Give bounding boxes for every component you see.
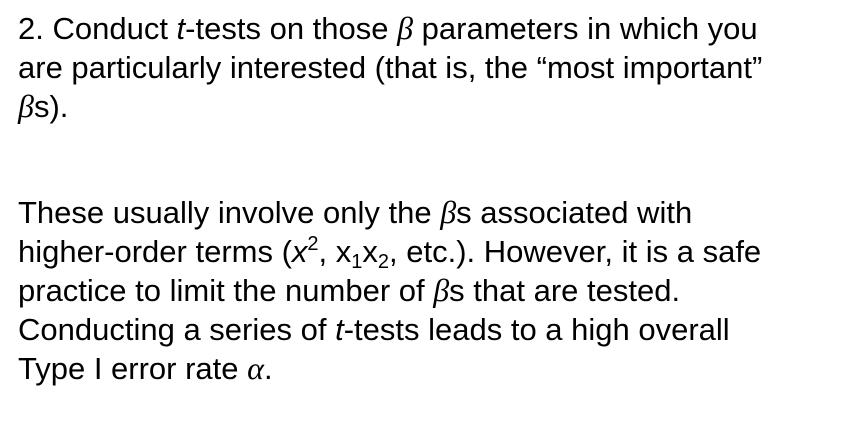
- text-run: Type I error rate: [18, 351, 248, 386]
- point-2-line-2: are particularly interested (that is, th…: [18, 50, 763, 85]
- superscript-2: 2: [307, 233, 319, 255]
- note-line-2: higher-order terms (x2, x1x2, etc.). How…: [18, 232, 848, 273]
- point-2-line-1: 2. Conduct t-tests on those β parameters…: [18, 9, 848, 48]
- text-run: Conducting a series of: [18, 312, 336, 347]
- note-line-1: These usually involve only the βs associ…: [18, 193, 848, 232]
- note-line-3: practice to limit the number of βs that …: [18, 271, 848, 310]
- x-variable: x: [362, 234, 378, 269]
- beta-symbol: β: [440, 194, 457, 230]
- note-line-4: Conducting a series of t-tests leads to …: [18, 310, 848, 349]
- text-run: , etc.). However, it is a safe: [389, 234, 762, 269]
- note-paragraph: These usually involve only the βs associ…: [18, 193, 848, 388]
- text-run: s).: [33, 89, 69, 124]
- beta-symbol: β: [433, 272, 450, 308]
- subscript-2: 2: [377, 251, 390, 273]
- text-run: -tests on those: [185, 11, 398, 46]
- text-run: higher-order terms (: [18, 234, 292, 269]
- text-run: s that are tested.: [449, 273, 681, 308]
- subscript-1: 1: [351, 251, 363, 273]
- text-run: These usually involve only the: [18, 195, 441, 230]
- text-run: s associated with: [456, 195, 693, 230]
- t-variable: t: [176, 11, 186, 46]
- text-run: , x: [318, 234, 352, 269]
- text-run: parameters in which you: [413, 11, 758, 46]
- note-line-5: Type I error rate α.: [18, 349, 848, 388]
- slide-page: 2. Conduct t-tests on those β parameters…: [0, 0, 861, 421]
- x-variable: x: [291, 234, 308, 269]
- text-run: .: [263, 351, 273, 386]
- alpha-symbol: α: [247, 350, 264, 386]
- text-run: practice to limit the number of: [18, 273, 434, 308]
- t-variable: t: [335, 312, 344, 347]
- point-2-paragraph: 2. Conduct t-tests on those β parameters…: [18, 9, 848, 126]
- point-2-line-3: βs).: [18, 87, 848, 126]
- beta-symbol: β: [18, 88, 34, 124]
- text-run: 2. Conduct: [18, 11, 177, 46]
- beta-symbol: β: [397, 10, 414, 46]
- text-run: -tests leads to a high overall: [343, 312, 730, 347]
